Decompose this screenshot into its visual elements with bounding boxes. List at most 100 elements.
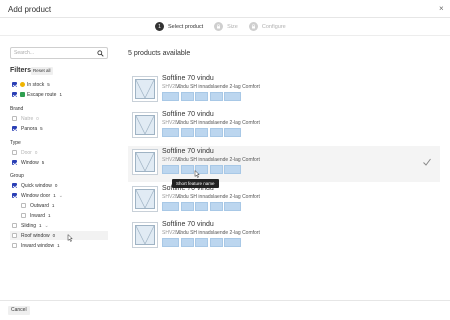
product-thumbnail: [132, 112, 158, 138]
filter-count: 5: [47, 82, 50, 87]
feature-tile[interactable]: [209, 128, 223, 137]
feature-tile[interactable]: [195, 202, 209, 211]
checkbox[interactable]: [12, 243, 17, 248]
search-icon[interactable]: [97, 49, 104, 57]
checkbox[interactable]: [21, 203, 26, 208]
close-icon[interactable]: ×: [439, 4, 444, 13]
feature-tooltip: Short feature name: [172, 179, 219, 188]
lock-icon: [214, 22, 224, 31]
feature-tile[interactable]: [195, 128, 209, 137]
step-number-badge: 1: [155, 22, 164, 31]
feature-tile[interactable]: [209, 202, 223, 211]
filter-roof-window[interactable]: Roof window 0: [10, 231, 108, 240]
product-thumbnail: [132, 76, 158, 102]
checkbox[interactable]: [12, 82, 17, 87]
feature-tile[interactable]: [162, 238, 179, 247]
stepper: 1 Select product Size Configure: [155, 22, 297, 31]
filter-escape-route[interactable]: Escape route 1: [12, 90, 62, 99]
feature-tile[interactable]: [162, 92, 179, 101]
feature-tile[interactable]: [162, 165, 179, 174]
filter-label: Panora: [21, 125, 38, 132]
window-thumbnail-icon: [136, 226, 154, 244]
product-description: Vindu SH innadslaende 2-lag Comfort: [176, 194, 260, 200]
checkbox[interactable]: [12, 116, 17, 121]
checkbox[interactable]: [12, 126, 17, 131]
filter-label: Window door: [21, 192, 51, 199]
checkbox[interactable]: [12, 193, 17, 198]
filter-label: Window: [21, 159, 39, 166]
feature-tile[interactable]: [180, 202, 194, 211]
filter-window[interactable]: Window 5: [12, 158, 44, 167]
brand-heading: Brand: [10, 106, 24, 112]
filter-label: Outward: [30, 202, 49, 209]
feature-tile[interactable]: [224, 202, 242, 211]
filter-window-door[interactable]: Window door 1 ⌄: [12, 191, 63, 200]
feature-tile[interactable]: [180, 165, 194, 174]
filter-count: 1: [53, 193, 56, 198]
filter-count: 1: [39, 223, 42, 228]
stock-dot-icon: [20, 82, 25, 87]
filter-panora[interactable]: Panora 5: [12, 124, 43, 133]
feature-tile[interactable]: [195, 92, 209, 101]
feature-tile[interactable]: [195, 238, 209, 247]
filter-inward[interactable]: Inward 1: [21, 211, 51, 220]
product-card-selected[interactable]: Softline 70 vindu SHV2LC Vindu SH innads…: [128, 146, 440, 182]
chevron-down-icon[interactable]: ⌄: [59, 193, 63, 199]
checkbox[interactable]: [21, 213, 26, 218]
product-description: Vindu SH innadslaende 2-lag Comfort: [176, 230, 260, 236]
filter-natre[interactable]: Natre 0: [12, 114, 39, 123]
filter-outward[interactable]: Outward 1: [21, 201, 54, 210]
checkbox[interactable]: [12, 150, 17, 155]
feature-tile[interactable]: [180, 92, 194, 101]
checkbox[interactable]: [12, 160, 17, 165]
step-size: Size: [214, 22, 238, 31]
feature-tile[interactable]: [180, 128, 194, 137]
product-card[interactable]: Softline 70 vindu SHV2LC Vindu SH innads…: [130, 73, 440, 109]
window-thumbnail-icon: [136, 153, 154, 171]
step-select-product[interactable]: 1 Select product: [155, 22, 203, 31]
feature-tile[interactable]: [224, 238, 242, 247]
checkbox[interactable]: [12, 92, 17, 97]
filter-label: In stock: [27, 81, 45, 88]
checkbox[interactable]: [12, 233, 17, 238]
feature-tile[interactable]: [162, 128, 179, 137]
filter-count: 0: [52, 233, 56, 238]
feature-tile[interactable]: [224, 165, 242, 174]
checkbox[interactable]: [12, 183, 17, 188]
filter-label: Escape route: [27, 91, 57, 98]
product-card[interactable]: Softline 70 vindu SHV2LC Vindu SH innads…: [130, 183, 440, 219]
search-input[interactable]: [14, 49, 92, 57]
filter-label: Inward: [30, 212, 46, 219]
filter-inward-window[interactable]: Inward window 1: [12, 241, 60, 250]
product-thumbnail: [132, 186, 158, 212]
checkbox[interactable]: [12, 223, 17, 228]
filter-count: 0: [36, 116, 39, 121]
filter-count: 5: [40, 126, 43, 131]
reset-all-button[interactable]: Reset all: [31, 67, 53, 75]
product-name: Softline 70 vindu: [162, 75, 214, 82]
feature-tile[interactable]: [209, 238, 223, 247]
feature-tile[interactable]: [224, 92, 242, 101]
feature-tile[interactable]: [180, 238, 194, 247]
feature-tile[interactable]: [209, 92, 223, 101]
feature-tile[interactable]: [162, 202, 179, 211]
filter-in-stock[interactable]: In stock 5: [12, 80, 50, 89]
product-card[interactable]: Softline 70 vindu SHV2LC Vindu SH innads…: [130, 109, 440, 145]
product-card[interactable]: Softline 70 vindu SHV2LC Vindu SH innads…: [130, 219, 440, 255]
product-thumbnail: [132, 222, 158, 248]
filter-quick-window[interactable]: Quick window 0: [12, 181, 57, 190]
feature-tile[interactable]: [209, 165, 223, 174]
window-thumbnail-icon: [136, 80, 154, 98]
chevron-down-icon[interactable]: ⌄: [45, 223, 49, 229]
cancel-button[interactable]: Cancel: [8, 306, 30, 315]
product-name: Softline 70 vindu: [162, 111, 214, 118]
feature-tile[interactable]: [224, 128, 242, 137]
filter-count: 5: [41, 160, 45, 165]
feature-tiles: [162, 92, 243, 101]
filter-door[interactable]: Door 0: [12, 148, 37, 157]
window-thumbnail-icon: [136, 190, 154, 208]
filter-count: 0: [54, 183, 58, 188]
filter-sliding[interactable]: Sliding 1 ⌄: [12, 221, 49, 230]
feature-tiles: [162, 238, 243, 247]
filter-label: Quick window: [21, 182, 52, 189]
